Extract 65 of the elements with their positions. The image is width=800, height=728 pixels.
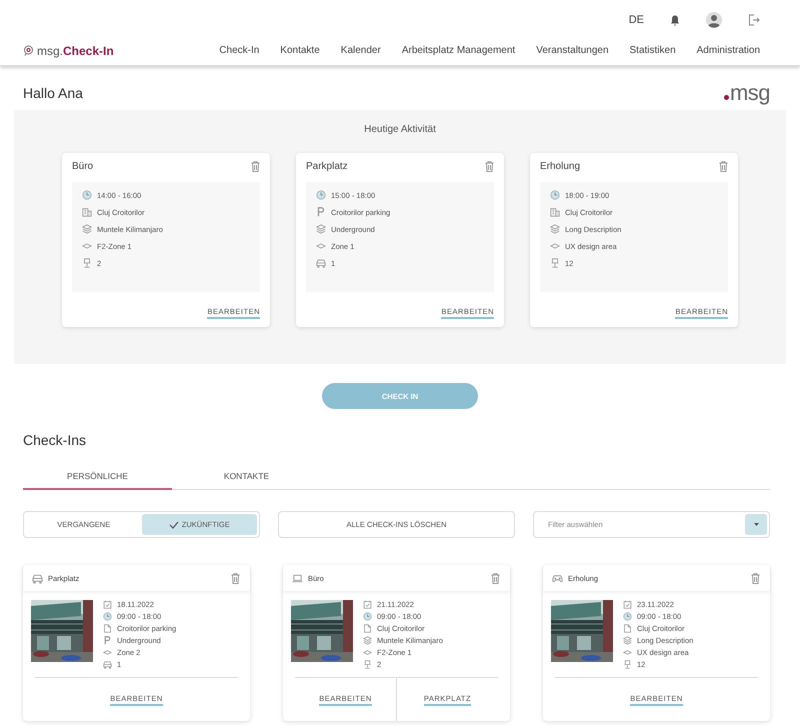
layers-icon [82,224,92,234]
nav-link[interactable]: Statistiken [630,45,676,56]
company-logo: msg [724,82,770,104]
desk-chair-icon [623,660,632,669]
bell-icon[interactable] [670,14,680,26]
brand-logo[interactable]: msg.Check-In [23,44,114,58]
car-icon [32,573,43,584]
trash-icon[interactable] [751,573,760,584]
clock-icon [103,612,112,621]
calendar-check-icon [623,600,632,609]
calendar-check-icon [363,600,372,609]
layers-icon [623,636,632,645]
zone-icon [82,241,92,251]
parking-icon [103,636,112,645]
nav-link[interactable]: Veranstaltungen [536,45,608,56]
zone-icon [103,648,112,657]
laptop-icon [292,573,303,584]
gamepad-icon [552,573,563,584]
car-icon [316,258,326,268]
nav-link[interactable]: Kontakte [280,45,320,56]
card-title: Erholung [540,161,580,172]
desk-chair-icon [82,258,92,268]
zone-icon [623,648,632,657]
desk-chair-icon [550,258,560,268]
document-icon [363,624,372,633]
building-icon [550,207,560,217]
nav-link[interactable]: Kalender [340,45,381,56]
nav-link[interactable]: Administration [696,45,760,56]
caret-icon [754,523,758,526]
check-icon [168,520,179,528]
nav-link[interactable]: Arbeitsplatz Management [402,45,516,56]
greeting: Hallo Ana [23,85,83,101]
clock-icon [623,612,632,621]
building-icon [82,207,92,217]
panel-title: Heutige Aktivität [364,124,436,135]
tab[interactable]: PERSÖNLICHE [23,463,172,490]
zone-icon [550,241,560,251]
zone-icon [316,241,326,251]
trash-icon[interactable] [719,161,728,172]
trash-icon[interactable] [231,573,240,584]
calendar-check-icon [103,600,112,609]
language-menu[interactable]: DE [628,14,644,26]
trash-icon[interactable] [485,161,494,172]
clock-icon [82,190,92,200]
card-title: Büro [72,161,94,172]
section-title: Check-Ins [23,432,88,448]
tab[interactable]: KONTAKTE [172,463,321,490]
parking-icon [316,207,326,217]
layers-icon [363,636,372,645]
avatar[interactable] [706,12,722,28]
nav-link[interactable]: Check-In [219,45,260,56]
clock-icon [550,190,560,200]
document-icon [103,624,112,633]
layers-icon [316,224,326,234]
zone-icon [363,648,372,657]
logout-icon[interactable] [748,14,760,26]
layers-icon [550,224,560,234]
card-title: Parkplatz [306,161,348,172]
car-icon [103,660,112,669]
clock-icon [316,190,326,200]
trash-icon[interactable] [491,573,500,584]
trash-icon[interactable] [251,161,260,172]
desk-chair-icon [363,660,372,669]
clock-icon [363,612,372,621]
document-icon [623,624,632,633]
